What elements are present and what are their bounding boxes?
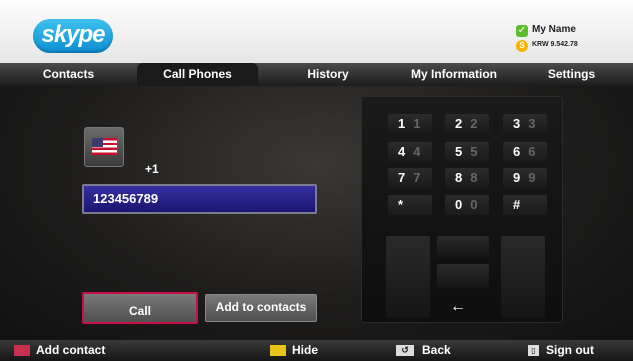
pad-left-block[interactable] (386, 236, 430, 318)
country-code: +1 (145, 162, 159, 176)
phone-number-input[interactable]: 123456789 (82, 184, 317, 214)
pad-right-block[interactable] (501, 236, 545, 318)
yellow-key-icon (270, 345, 286, 356)
key-9[interactable]: 99 (503, 168, 547, 188)
header-bar: skype ✓ S My Name KRW 9.542.78 (0, 0, 633, 63)
hide-action[interactable]: Hide (270, 340, 318, 361)
pad-top-block[interactable] (437, 236, 489, 258)
user-name: My Name (532, 24, 576, 35)
key-0[interactable]: 00 (445, 195, 489, 215)
online-check-icon: ✓ (516, 25, 528, 37)
tab-call-phones[interactable]: Call Phones (137, 63, 258, 86)
key-5[interactable]: 55 (445, 142, 489, 162)
red-key-icon (14, 345, 30, 356)
us-flag-icon (92, 138, 117, 155)
call-button[interactable]: Call (82, 292, 198, 324)
key-star[interactable]: * (388, 195, 432, 215)
backspace-icon[interactable]: ← (436, 296, 480, 318)
tab-my-information[interactable]: My Information (398, 63, 510, 86)
add-to-contacts-button[interactable]: Add to contacts (205, 294, 317, 322)
exit-icon: ▯ (528, 345, 539, 356)
back-action[interactable]: ↺ Back (396, 340, 451, 361)
back-icon: ↺ (396, 345, 414, 356)
key-1[interactable]: 11 (388, 114, 432, 134)
skype-credit-icon: S (516, 40, 528, 52)
tab-bar: Contacts Call Phones History My Informat… (0, 63, 633, 86)
add-contact-action[interactable]: Add contact (14, 340, 105, 361)
key-6[interactable]: 66 (503, 142, 547, 162)
tab-history[interactable]: History (258, 63, 398, 86)
pad-middle-block[interactable] (437, 264, 489, 288)
tab-settings[interactable]: Settings (510, 63, 633, 86)
country-select-button[interactable] (84, 127, 124, 167)
sign-out-action[interactable]: ▯ Sign out (528, 340, 594, 361)
key-8[interactable]: 88 (445, 168, 489, 188)
user-credit: KRW 9.542.78 (532, 41, 578, 48)
skype-logo: skype (33, 19, 113, 53)
key-3[interactable]: 33 (503, 114, 547, 134)
key-4[interactable]: 44 (388, 142, 432, 162)
key-2[interactable]: 22 (445, 114, 489, 134)
tab-contacts[interactable]: Contacts (0, 63, 137, 86)
key-7[interactable]: 77 (388, 168, 432, 188)
key-hash[interactable]: # (503, 195, 547, 215)
bottom-bar: Add contact Hide ↺ Back ▯ Sign out (0, 340, 633, 361)
